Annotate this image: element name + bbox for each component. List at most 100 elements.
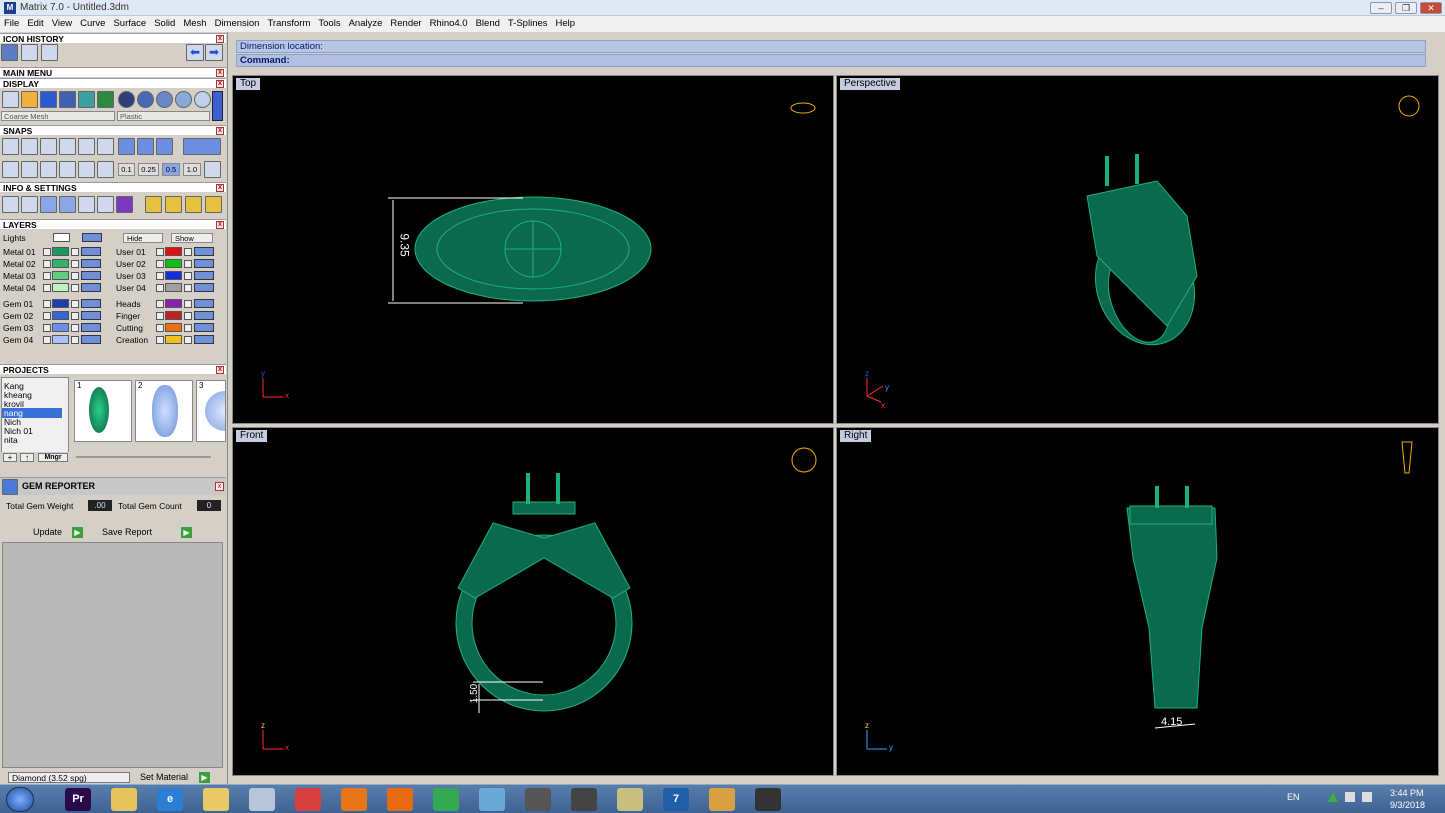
snap-end-icon[interactable] xyxy=(2,138,19,155)
taskbar-rhino-icon[interactable] xyxy=(755,788,781,811)
project-item[interactable]: nita xyxy=(4,435,18,445)
mesh-select[interactable]: Coarse Mesh xyxy=(1,111,115,121)
taskbar-matrix-icon[interactable]: 7 xyxy=(663,788,689,811)
layer-lock-icon[interactable] xyxy=(71,260,79,268)
layer-color-swatch[interactable] xyxy=(165,283,182,292)
layer-visibility-toggle[interactable] xyxy=(194,311,214,320)
tool-1-icon[interactable] xyxy=(145,196,162,213)
layer-lock-icon[interactable] xyxy=(184,284,192,292)
taskbar-firefox-icon[interactable] xyxy=(341,788,367,811)
forward-arrow-icon[interactable]: ➡ xyxy=(205,44,223,61)
layer-color-swatch[interactable] xyxy=(165,323,182,332)
layer-color-swatch[interactable] xyxy=(165,311,182,320)
layer-visibility-toggle[interactable] xyxy=(81,299,101,308)
layer-visibility-toggle[interactable] xyxy=(81,259,101,268)
menu-blend[interactable]: Blend xyxy=(472,16,504,30)
project-scrollbar[interactable] xyxy=(76,456,211,458)
document-icon[interactable] xyxy=(78,196,95,213)
clock-time[interactable]: 3:44 PM xyxy=(1390,788,1424,798)
project-thumb-3[interactable]: 3 xyxy=(196,380,226,442)
layer-visibility-toggle[interactable] xyxy=(81,335,101,344)
add-project-button[interactable]: + xyxy=(3,453,17,462)
layer-lock-icon[interactable] xyxy=(184,324,192,332)
viewport-perspective[interactable]: Perspective zyx xyxy=(836,75,1439,424)
tool-2-icon[interactable] xyxy=(165,196,182,213)
layer-visibility-toggle[interactable] xyxy=(81,323,101,332)
settings-gear-icon[interactable] xyxy=(2,196,19,213)
layer-expand-icon[interactable] xyxy=(43,284,51,292)
material-sphere-2-icon[interactable] xyxy=(137,91,154,108)
layer-color-swatch[interactable] xyxy=(52,311,69,320)
update-button[interactable]: ▶ xyxy=(72,527,83,538)
layer-color-swatch[interactable] xyxy=(52,247,69,256)
show-button[interactable]: Show xyxy=(171,233,213,243)
taskbar-folder-icon[interactable] xyxy=(111,788,137,811)
layer-expand-icon[interactable] xyxy=(43,260,51,268)
layer-color-swatch[interactable] xyxy=(52,259,69,268)
layer-expand-icon[interactable] xyxy=(156,336,164,344)
taskbar-eraser-icon[interactable] xyxy=(479,788,505,811)
taskbar-premiere-icon[interactable]: Pr xyxy=(65,788,91,811)
snap-tan-icon[interactable] xyxy=(156,138,173,155)
history-icon-2[interactable] xyxy=(21,44,38,61)
viewport-right[interactable]: Right zy 4.15 xyxy=(836,427,1439,776)
snap-settings-icon[interactable] xyxy=(204,161,221,178)
layer-lock-icon[interactable] xyxy=(71,284,79,292)
material-sphere-4-icon[interactable] xyxy=(175,91,192,108)
close-icon[interactable]: x xyxy=(216,366,224,374)
language-indicator[interactable]: EN xyxy=(1287,792,1300,802)
snap-value-0.25[interactable]: 0.25 xyxy=(138,163,159,176)
tray-volume-icon[interactable] xyxy=(1362,792,1372,802)
taskbar-zbrush-icon[interactable] xyxy=(571,788,597,811)
layer-color-swatch[interactable] xyxy=(165,247,182,256)
maximize-button[interactable]: ❐ xyxy=(1395,2,1417,14)
layer-color-swatch[interactable] xyxy=(165,259,182,268)
taskbar-notes-icon[interactable] xyxy=(617,788,643,811)
main-menu-header[interactable]: MAIN MENU x xyxy=(0,67,226,78)
manager-button[interactable]: Mngr xyxy=(38,453,68,462)
material-sphere-5-icon[interactable] xyxy=(194,91,211,108)
layer-visibility-toggle[interactable] xyxy=(81,271,101,280)
set-material-button[interactable]: ▶ xyxy=(199,772,210,783)
tray-network-icon[interactable] xyxy=(1345,792,1355,802)
layer-visibility-toggle[interactable] xyxy=(194,283,214,292)
menu-view[interactable]: View xyxy=(48,16,76,30)
layer-lock-icon[interactable] xyxy=(184,336,192,344)
history-icon-3[interactable] xyxy=(41,44,58,61)
layer-color-swatch[interactable] xyxy=(52,335,69,344)
material-sphere-1-icon[interactable] xyxy=(118,91,135,108)
layer-expand-icon[interactable] xyxy=(43,324,51,332)
project-thumb-1[interactable]: 1 xyxy=(74,380,132,442)
snap-mid-icon[interactable] xyxy=(59,138,76,155)
osnap-icon[interactable] xyxy=(59,161,76,178)
layer-color-swatch[interactable] xyxy=(165,271,182,280)
gem-material-select[interactable]: Diamond (3.52 spg) xyxy=(8,772,130,783)
command-input[interactable]: Command: xyxy=(236,54,1426,67)
layer-expand-icon[interactable] xyxy=(156,248,164,256)
ghost-icon[interactable] xyxy=(78,91,95,108)
layer-expand-icon[interactable] xyxy=(43,336,51,344)
pencil-icon[interactable] xyxy=(97,196,114,213)
material-select[interactable]: Plastic xyxy=(117,111,210,121)
save-report-button[interactable]: ▶ xyxy=(181,527,192,538)
material-sphere-3-icon[interactable] xyxy=(156,91,173,108)
snap-value-0.1[interactable]: 0.1 xyxy=(118,163,135,176)
menu-file[interactable]: File xyxy=(0,16,23,30)
menu-help[interactable]: Help xyxy=(552,16,580,30)
layer-visibility-toggle[interactable] xyxy=(194,247,214,256)
lights-visibility-toggle[interactable] xyxy=(82,233,102,242)
cube-icon[interactable] xyxy=(59,196,76,213)
grid-icon[interactable] xyxy=(2,161,19,178)
snap-value-1.0[interactable]: 1.0 xyxy=(183,163,201,176)
close-icon[interactable]: x xyxy=(216,69,224,77)
layer-expand-icon[interactable] xyxy=(43,272,51,280)
clock-date[interactable]: 9/3/2018 xyxy=(1390,800,1425,810)
shaded-icon[interactable] xyxy=(40,91,57,108)
snap-toggle-button[interactable] xyxy=(183,138,221,155)
taskbar-tool-icon[interactable] xyxy=(525,788,551,811)
layer-lock-icon[interactable] xyxy=(184,248,192,256)
layer-lock-icon[interactable] xyxy=(184,260,192,268)
close-icon[interactable]: x xyxy=(216,184,224,192)
taskbar-snip-icon[interactable] xyxy=(295,788,321,811)
ruler-icon[interactable] xyxy=(40,196,57,213)
